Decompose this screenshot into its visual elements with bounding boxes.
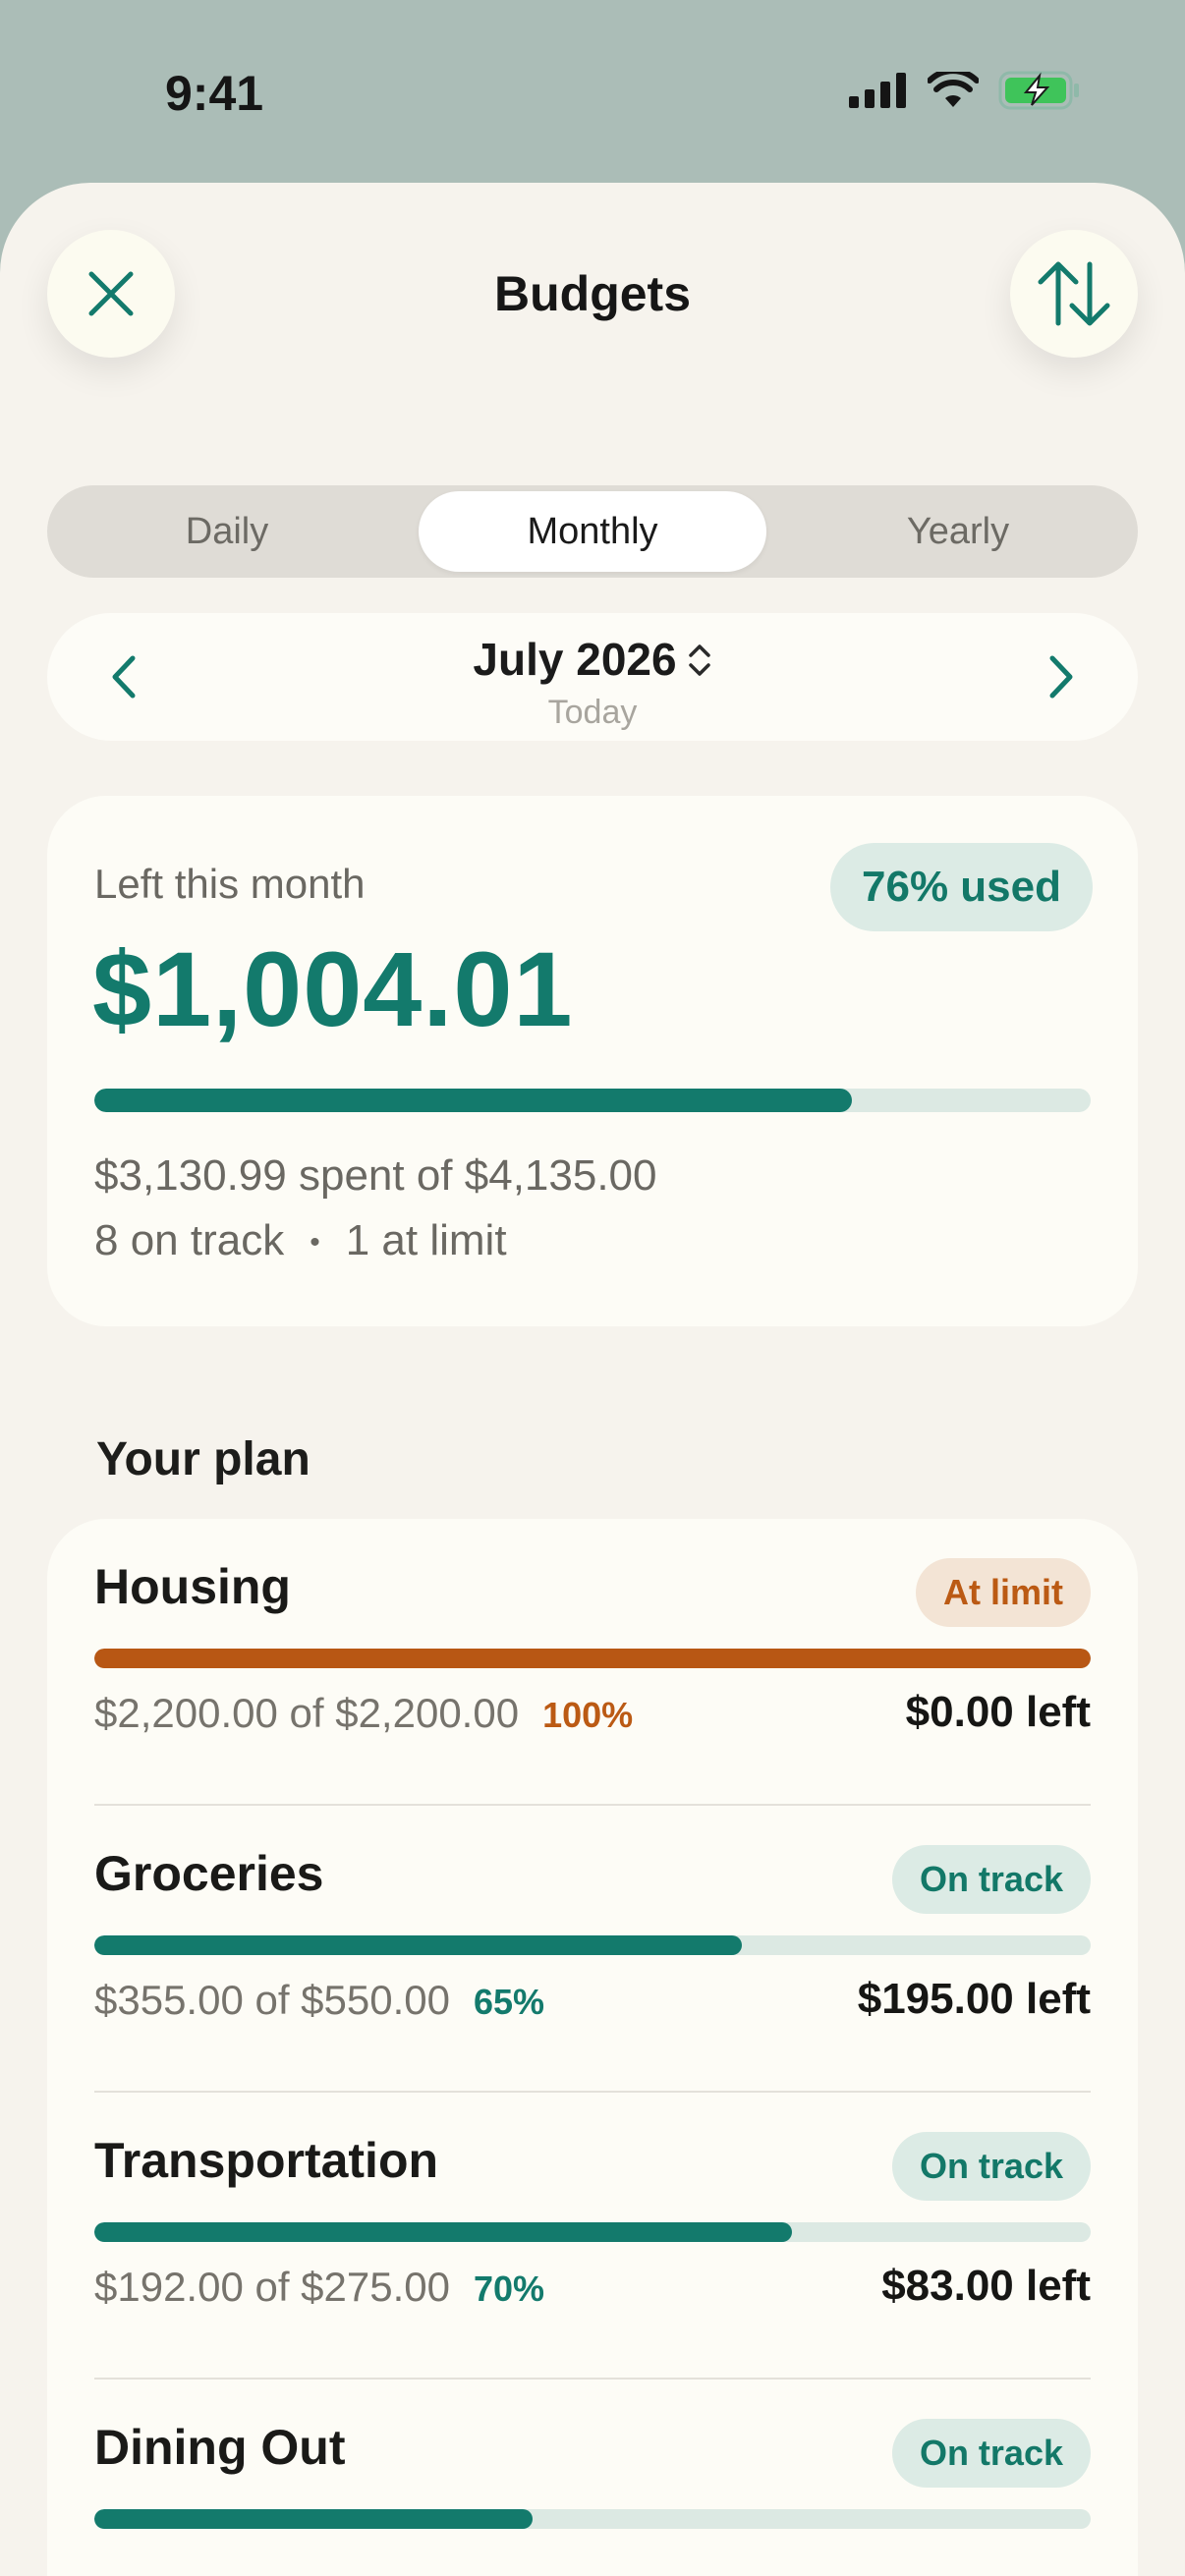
chevron-up-down-icon (687, 637, 712, 690)
next-period-button[interactable] (1032, 647, 1091, 706)
summary-progress-fill (94, 1089, 852, 1112)
spent-summary: $3,130.99 spent of $4,135.00 (94, 1151, 657, 1200)
sort-icon (1038, 261, 1110, 326)
status-bar: 9:41 (0, 0, 1185, 187)
page-title: Budgets (494, 266, 691, 321)
period-navigator: July 2026 Today (47, 613, 1138, 741)
chevron-right-icon (1049, 655, 1073, 699)
budget-spent-of-total: $192.00 of $275.00 (94, 2264, 451, 2310)
monthly-summary-card: Left this month 76% used $1,004.01 $3,13… (47, 796, 1138, 1326)
summary-progress-bar (94, 1089, 1091, 1112)
budget-spent-of-total: $2,200.00 of $2,200.00 (94, 1690, 520, 1736)
budget-item-housing[interactable]: Housing At limit $2,200.00 of $2,200.00 1… (94, 1519, 1091, 1806)
tab-daily[interactable]: Daily (53, 491, 401, 572)
budget-progress-bar (94, 1935, 1091, 1955)
period-title: July 2026 (473, 634, 677, 685)
status-badge: At limit (916, 1558, 1091, 1627)
used-percent-badge: 76% used (830, 843, 1093, 931)
plan-heading: Your plan (96, 1433, 310, 1485)
period-segmented-control: Daily Monthly Yearly (47, 485, 1138, 578)
wifi-icon (928, 72, 979, 107)
budget-item-name: Transportation (94, 2133, 439, 2188)
plan-card: Housing At limit $2,200.00 of $2,200.00 1… (47, 1519, 1138, 2576)
budget-item-name: Dining Out (94, 2420, 346, 2475)
status-icons (849, 71, 1081, 110)
summary-label: Left this month (94, 861, 366, 907)
status-badge: On track (891, 2419, 1091, 2488)
budget-progress-fill (94, 1935, 743, 1955)
status-summary: 8 on track • 1 at limit (94, 1216, 507, 1265)
left-amount: $1,004.01 (92, 929, 574, 1048)
separator-dot: • (310, 1226, 320, 1260)
status-time: 9:41 (165, 66, 264, 121)
budget-percent: 70% (474, 2268, 545, 2309)
budget-item-name: Groceries (94, 1846, 324, 1901)
budget-amounts: $355.00 of $550.00 65% (94, 1977, 544, 2024)
status-badge: On track (891, 2132, 1091, 2201)
period-subtitle: Today (547, 694, 638, 731)
budget-item-dining-out[interactable]: Dining Out On track (94, 2380, 1091, 2576)
status-badge: On track (891, 1845, 1091, 1914)
budget-remaining: $83.00 left (881, 2262, 1091, 2310)
budget-remaining: $195.00 left (857, 1975, 1091, 2023)
budget-item-name: Housing (94, 1559, 291, 1614)
sort-button[interactable] (1010, 230, 1138, 358)
on-track-count: 8 on track (94, 1216, 285, 1264)
header: Budgets (0, 183, 1185, 409)
budget-progress-bar (94, 2509, 1091, 2529)
budget-amounts: $2,200.00 of $2,200.00 100% (94, 1690, 633, 1737)
budget-spent-of-total: $355.00 of $550.00 (94, 1977, 451, 2023)
battery-charging-icon (998, 71, 1079, 110)
budget-amounts: $192.00 of $275.00 70% (94, 2264, 544, 2311)
budget-percent: 65% (474, 1982, 545, 2022)
budget-item-groceries[interactable]: Groceries On track $355.00 of $550.00 65%… (94, 1806, 1091, 2093)
tab-monthly[interactable]: Monthly (419, 491, 766, 572)
tab-yearly[interactable]: Yearly (784, 491, 1132, 572)
budget-progress-fill (94, 2509, 534, 2529)
period-picker[interactable]: July 2026 (47, 633, 1138, 690)
budget-percent: 100% (542, 1695, 634, 1735)
budget-remaining: $0.00 left (905, 1688, 1091, 1736)
budget-progress-bar (94, 1649, 1091, 1668)
cellular-signal-icon (849, 73, 906, 108)
budget-progress-fill (94, 2222, 792, 2242)
budget-progress-fill (94, 1649, 1091, 1668)
budgets-sheet: Budgets Daily Monthly Yearly July 2026 T… (0, 183, 1185, 2576)
budget-progress-bar (94, 2222, 1091, 2242)
at-limit-count: 1 at limit (345, 1216, 507, 1264)
budget-item-transportation[interactable]: Transportation On track $192.00 of $275.… (94, 2093, 1091, 2380)
